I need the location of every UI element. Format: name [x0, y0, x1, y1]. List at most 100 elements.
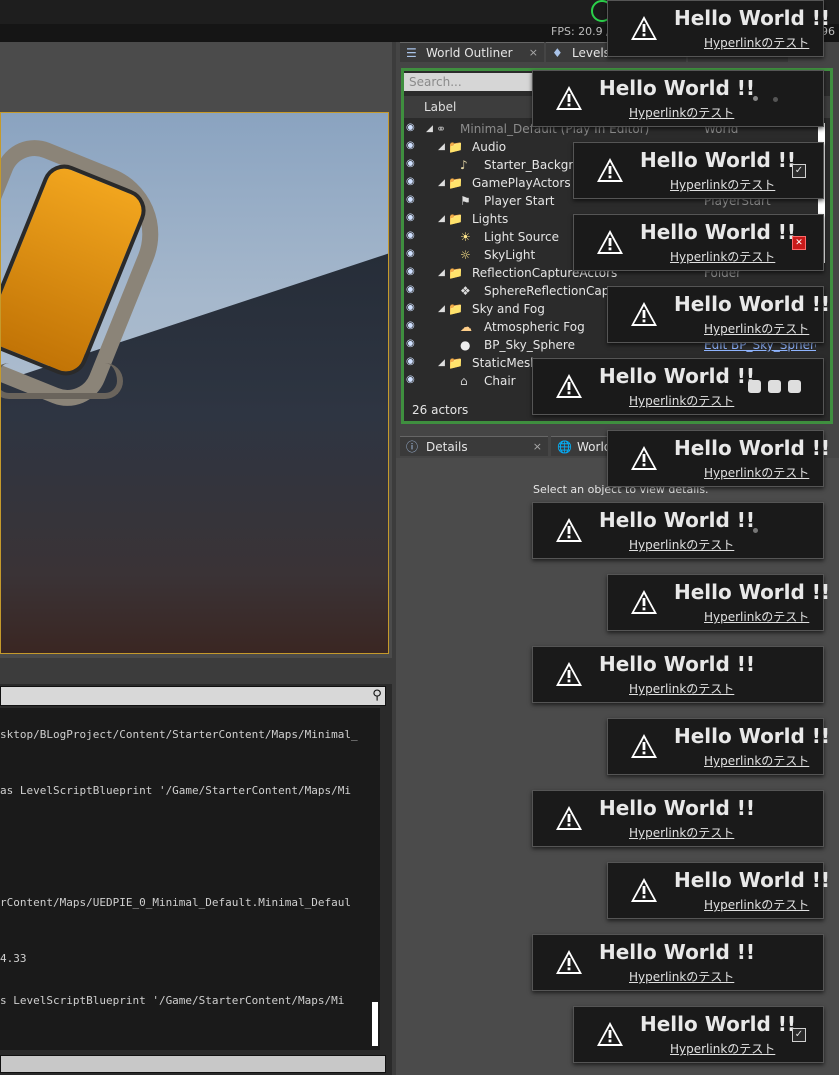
warning-icon: [596, 1021, 624, 1047]
notification-hyperlink[interactable]: Hyperlinkのテスト: [629, 392, 734, 409]
visibility-eye-icon[interactable]: ◉: [406, 141, 420, 151]
sphere-icon: ●: [460, 338, 471, 352]
expand-arrow-icon[interactable]: ◢: [438, 138, 445, 156]
notification-hyperlink[interactable]: Hyperlinkのテスト: [704, 896, 809, 913]
warning-icon: [630, 877, 658, 903]
expand-arrow-icon[interactable]: ◢: [438, 300, 445, 318]
notification-toast[interactable]: Hello World !! Hyperlinkのテスト: [532, 70, 824, 127]
notification-hyperlink[interactable]: Hyperlinkのテスト: [704, 320, 809, 337]
notification-title: Hello World !!: [674, 580, 831, 604]
warning-icon: [630, 445, 658, 471]
log-scrollbar[interactable]: [372, 1002, 378, 1046]
notification-title: Hello World !!: [674, 724, 831, 748]
expand-arrow-icon[interactable]: ◢: [438, 354, 445, 372]
actor-count: 26 actors: [412, 403, 469, 417]
details-icon: ⓘ: [406, 440, 419, 454]
notification-hyperlink[interactable]: Hyperlinkのテスト: [670, 176, 775, 193]
notification-toast[interactable]: Hello World !! Hyperlinkのテスト: [607, 0, 830, 57]
visibility-eye-icon[interactable]: ◉: [406, 249, 420, 259]
console-command-input[interactable]: [0, 1055, 386, 1073]
expand-arrow-icon[interactable]: ◢: [438, 174, 445, 192]
warning-icon: [596, 229, 624, 255]
tab-world-outliner[interactable]: ☰ World Outliner ×: [400, 42, 544, 62]
visibility-eye-icon[interactable]: ◉: [406, 213, 420, 223]
notification-toast[interactable]: Hello World !! Hyperlinkのテスト: [532, 502, 824, 559]
notification-toast[interactable]: Hello World !! Hyperlinkのテスト: [607, 718, 830, 775]
notification-toast[interactable]: Hello World !! Hyperlinkのテスト: [532, 790, 824, 847]
list-icon: ☰: [406, 46, 417, 60]
visibility-eye-icon[interactable]: ◉: [406, 231, 420, 241]
reflection-capture-icon: ❖: [460, 284, 471, 298]
visibility-eye-icon[interactable]: ◉: [406, 321, 420, 331]
expand-arrow-icon[interactable]: ◢: [438, 264, 445, 282]
folder-icon: 📁: [448, 356, 463, 370]
notification-hyperlink[interactable]: Hyperlinkのテスト: [704, 464, 809, 481]
tab-details[interactable]: ⓘ Details ×: [400, 436, 548, 456]
notification-hyperlink[interactable]: Hyperlinkのテスト: [670, 248, 775, 265]
notification-toast[interactable]: Hello World !! Hyperlinkのテスト: [607, 430, 830, 487]
notification-hyperlink[interactable]: Hyperlinkのテスト: [629, 104, 734, 121]
notification-hyperlink[interactable]: Hyperlinkのテスト: [629, 824, 734, 841]
visibility-eye-icon[interactable]: ◉: [406, 177, 420, 187]
log-line: 4.33: [0, 952, 27, 965]
notification-toast[interactable]: Hello World !! Hyperlinkのテスト ✕: [573, 214, 824, 271]
notification-title: Hello World !!: [599, 364, 756, 388]
row-label: Light Source: [484, 230, 559, 244]
tab-label: World Outliner: [426, 46, 513, 60]
warning-icon: [555, 373, 583, 399]
visibility-eye-icon[interactable]: ◉: [406, 357, 420, 367]
notification-toast[interactable]: Hello World !! Hyperlinkのテスト ✓: [573, 1006, 824, 1063]
checkbox-checked-icon[interactable]: ✓: [792, 164, 806, 178]
notification-toast[interactable]: Hello World !! Hyperlinkのテスト: [607, 286, 830, 343]
tab-world-settings[interactable]: 🌐 World: [551, 436, 611, 456]
notification-toast[interactable]: Hello World !! Hyperlinkのテスト: [532, 358, 824, 415]
notification-hyperlink[interactable]: Hyperlinkのテスト: [704, 752, 809, 769]
notification-hyperlink[interactable]: Hyperlinkのテスト: [704, 608, 809, 625]
notification-hyperlink[interactable]: Hyperlinkのテスト: [704, 34, 809, 51]
log-line: rContent/Maps/UEDPIE_0_Minimal_Default.M…: [0, 896, 351, 909]
level-viewport[interactable]: [0, 112, 389, 654]
log-search-input[interactable]: [0, 686, 386, 706]
notification-toast[interactable]: Hello World !! Hyperlinkのテスト: [607, 574, 830, 631]
outliner-search-input[interactable]: Search...: [404, 73, 534, 91]
row-label: Atmospheric Fog: [484, 320, 585, 334]
checkbox-checked-icon[interactable]: ✓: [792, 1028, 806, 1042]
log-text-area[interactable]: sktop/BLogProject/Content/StarterContent…: [0, 708, 380, 1050]
visibility-eye-icon[interactable]: ◉: [406, 123, 420, 133]
throbber-block: [788, 380, 801, 393]
visibility-eye-icon[interactable]: ◉: [406, 339, 420, 349]
visibility-eye-icon[interactable]: ◉: [406, 159, 420, 169]
notification-toast[interactable]: Hello World !! Hyperlinkのテスト: [532, 646, 824, 703]
notification-toast[interactable]: Hello World !! Hyperlinkのテスト: [607, 862, 830, 919]
close-icon[interactable]: ×: [533, 437, 542, 457]
expand-arrow-icon[interactable]: ◢: [426, 120, 433, 138]
notification-title: Hello World !!: [674, 292, 831, 316]
fog-icon: ☁: [460, 320, 472, 334]
notification-hyperlink[interactable]: Hyperlinkのテスト: [629, 680, 734, 697]
close-icon[interactable]: ×: [529, 43, 538, 63]
notification-hyperlink[interactable]: Hyperlinkのテスト: [629, 536, 734, 553]
warning-icon: [555, 85, 583, 111]
visibility-eye-icon[interactable]: ◉: [406, 267, 420, 277]
sound-icon: ♪: [460, 158, 468, 172]
visibility-eye-icon[interactable]: ◉: [406, 195, 420, 205]
search-icon[interactable]: ⚲: [369, 688, 385, 704]
notification-hyperlink[interactable]: Hyperlinkのテスト: [629, 968, 734, 985]
notification-hyperlink[interactable]: Hyperlinkのテスト: [670, 1040, 775, 1057]
levels-icon: ♦: [552, 46, 563, 60]
visibility-eye-icon[interactable]: ◉: [406, 303, 420, 313]
visibility-eye-icon[interactable]: ◉: [406, 375, 420, 385]
warning-icon: [596, 157, 624, 183]
expand-arrow-icon[interactable]: ◢: [438, 210, 445, 228]
visibility-eye-icon[interactable]: ◉: [406, 285, 420, 295]
notification-toast[interactable]: Hello World !! Hyperlinkのテスト: [532, 934, 824, 991]
row-label: SkyLight: [484, 248, 536, 262]
warning-icon: [630, 733, 658, 759]
notification-toast[interactable]: Hello World !! Hyperlinkのテスト ✓: [573, 142, 824, 199]
warning-icon: [630, 301, 658, 327]
notification-title: Hello World !!: [674, 6, 831, 30]
notification-title: Hello World !!: [640, 220, 797, 244]
throbber-dot: [753, 528, 758, 533]
notification-title: Hello World !!: [599, 76, 756, 100]
folder-icon: 📁: [448, 140, 463, 154]
